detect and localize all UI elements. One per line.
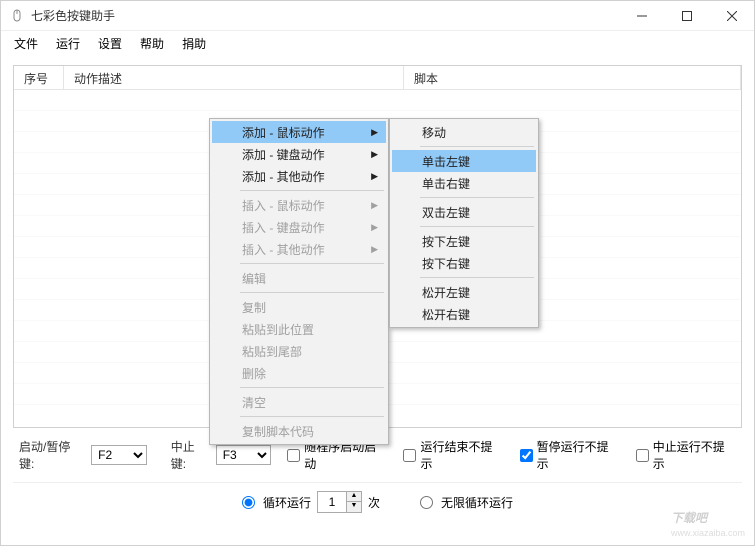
chk-abort-noprompt-input[interactable] — [636, 449, 649, 462]
separator — [240, 190, 384, 191]
chk-abort-noprompt[interactable]: 中止运行不提示 — [636, 438, 736, 472]
sub-release-right[interactable]: 松开右键 — [392, 303, 536, 325]
maximize-button[interactable] — [664, 1, 709, 30]
ctx-edit: 编辑 — [212, 267, 386, 289]
sub-click-right[interactable]: 单击右键 — [392, 172, 536, 194]
separator — [240, 263, 384, 264]
separator — [240, 416, 384, 417]
ctx-add-mouse[interactable]: 添加 - 鼠标动作▶ — [212, 121, 386, 143]
minimize-button[interactable] — [619, 1, 664, 30]
ctx-copy: 复制 — [212, 296, 386, 318]
chk-end-noprompt[interactable]: 运行结束不提示 — [403, 438, 503, 472]
chk-pause-noprompt[interactable]: 暂停运行不提示 — [520, 438, 620, 472]
chevron-right-icon: ▶ — [371, 222, 378, 233]
window-title: 七彩色按键助手 — [31, 7, 619, 24]
spin-down-icon[interactable]: ▼ — [347, 502, 361, 512]
ctx-insert-other: 插入 - 其他动作▶ — [212, 238, 386, 260]
ctx-copy-code: 复制脚本代码 — [212, 420, 386, 442]
menu-settings[interactable]: 设置 — [89, 32, 131, 55]
abort-select[interactable]: F3 — [216, 445, 272, 465]
separator — [240, 387, 384, 388]
start-stop-label: 启动/暂停键: — [19, 438, 85, 472]
ctx-clear: 清空 — [212, 391, 386, 413]
separator — [420, 197, 534, 198]
menu-help[interactable]: 帮助 — [131, 32, 173, 55]
titlebar: 七彩色按键助手 — [1, 1, 754, 31]
chevron-right-icon: ▶ — [371, 244, 378, 255]
loop-infinite-label: 无限循环运行 — [441, 494, 513, 511]
separator — [420, 146, 534, 147]
sub-click-left[interactable]: 单击左键 — [392, 150, 536, 172]
chk-pause-noprompt-label: 暂停运行不提示 — [537, 438, 620, 472]
radio-loop-count-input[interactable] — [242, 496, 255, 509]
start-stop-select[interactable]: F2 — [91, 445, 147, 465]
chk-autostart-input[interactable] — [287, 449, 300, 462]
sub-move[interactable]: 移动 — [392, 121, 536, 143]
chk-end-noprompt-label: 运行结束不提示 — [420, 438, 503, 472]
loop-times-suffix: 次 — [368, 494, 380, 511]
chk-pause-noprompt-input[interactable] — [520, 449, 533, 462]
chevron-right-icon: ▶ — [371, 149, 378, 160]
context-menu: 添加 - 鼠标动作▶ 添加 - 键盘动作▶ 添加 - 其他动作▶ 插入 - 鼠标… — [209, 118, 389, 445]
spin-up-icon[interactable]: ▲ — [347, 492, 361, 502]
loop-count-spinner[interactable]: ▲ ▼ — [317, 491, 362, 513]
sub-press-right[interactable]: 按下右键 — [392, 252, 536, 274]
ctx-paste-end: 粘贴到尾部 — [212, 340, 386, 362]
chevron-right-icon: ▶ — [371, 171, 378, 182]
chevron-right-icon: ▶ — [371, 200, 378, 211]
ctx-insert-keyboard: 插入 - 键盘动作▶ — [212, 216, 386, 238]
sub-release-left[interactable]: 松开左键 — [392, 281, 536, 303]
abort-label: 中止键: — [171, 438, 210, 472]
chk-end-noprompt-input[interactable] — [403, 449, 416, 462]
col-script[interactable]: 脚本 — [404, 66, 741, 89]
menubar: 文件 运行 设置 帮助 捐助 — [1, 31, 754, 55]
close-button[interactable] — [709, 1, 754, 30]
separator — [240, 292, 384, 293]
window-buttons — [619, 1, 754, 30]
sub-press-left[interactable]: 按下左键 — [392, 230, 536, 252]
loop-count-input[interactable] — [318, 492, 346, 512]
ctx-delete: 删除 — [212, 362, 386, 384]
menu-donate[interactable]: 捐助 — [173, 32, 215, 55]
col-desc[interactable]: 动作描述 — [64, 66, 404, 89]
sub-dblclick-left[interactable]: 双击左键 — [392, 201, 536, 223]
menu-file[interactable]: 文件 — [5, 32, 47, 55]
radio-loop-infinite-input[interactable] — [420, 496, 433, 509]
separator — [420, 226, 534, 227]
loop-row: 循环运行 ▲ ▼ 次 无限循环运行 — [13, 482, 742, 535]
chk-abort-noprompt-label: 中止运行不提示 — [653, 438, 736, 472]
chevron-right-icon: ▶ — [371, 127, 378, 138]
radio-loop-infinite[interactable]: 无限循环运行 — [420, 494, 513, 511]
ctx-add-keyboard[interactable]: 添加 - 键盘动作▶ — [212, 143, 386, 165]
menu-run[interactable]: 运行 — [47, 32, 89, 55]
table-header: 序号 动作描述 脚本 — [14, 66, 741, 90]
col-seq[interactable]: 序号 — [14, 66, 64, 89]
app-icon — [9, 8, 25, 24]
ctx-insert-mouse: 插入 - 鼠标动作▶ — [212, 194, 386, 216]
separator — [420, 277, 534, 278]
radio-loop-count[interactable]: 循环运行 ▲ ▼ 次 — [242, 491, 380, 513]
ctx-paste-here: 粘贴到此位置 — [212, 318, 386, 340]
ctx-add-other[interactable]: 添加 - 其他动作▶ — [212, 165, 386, 187]
submenu-mouse: 移动 单击左键 单击右键 双击左键 按下左键 按下右键 松开左键 松开右键 — [389, 118, 539, 328]
loop-run-label: 循环运行 — [263, 494, 311, 511]
